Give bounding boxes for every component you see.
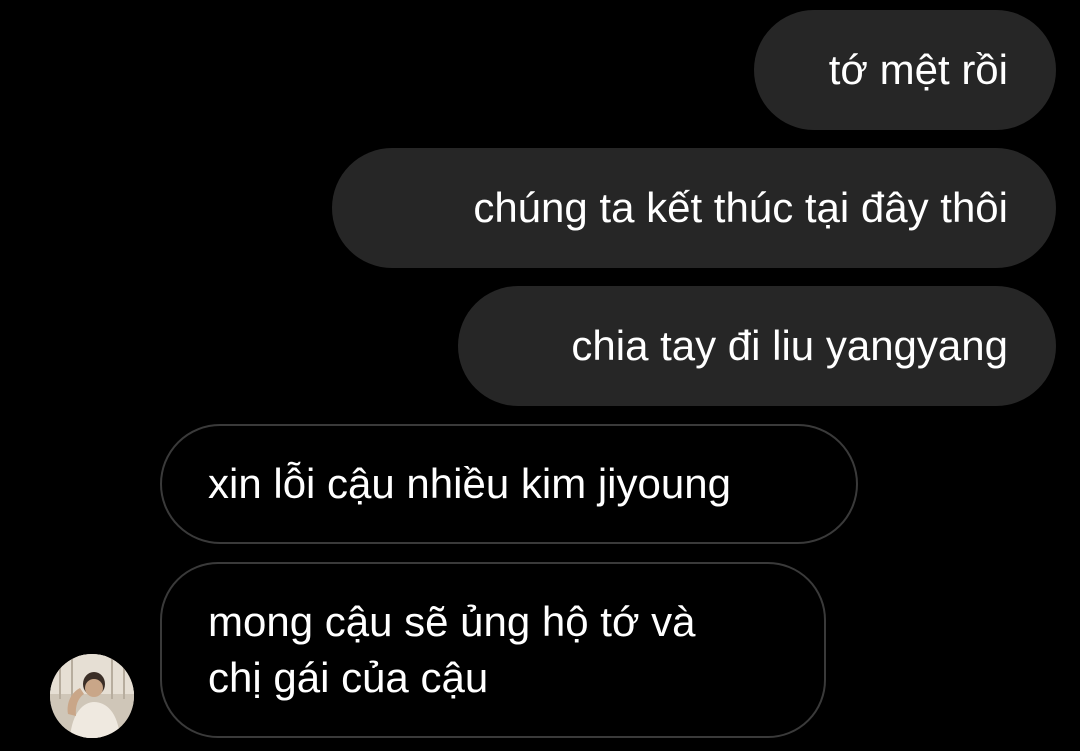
message-text-line: chị gái của cậu xyxy=(208,654,489,701)
message-bubble-received[interactable]: mong cậu sẽ ủng hộ tớ và chị gái của cậu xyxy=(160,562,826,738)
message-text: tớ mệt rồi xyxy=(828,46,1008,93)
chat-thread: tớ mệt rồi chúng ta kết thúc tại đây thô… xyxy=(0,0,1080,751)
contact-avatar[interactable] xyxy=(50,654,134,738)
message-text-line: mong cậu sẽ ủng hộ tớ và xyxy=(208,598,696,645)
message-text: chia tay đi liu yangyang xyxy=(571,322,1008,369)
message-bubble-received[interactable]: xin lỗi cậu nhiều kim jiyoung xyxy=(160,424,858,544)
message-bubble-sent[interactable]: chia tay đi liu yangyang xyxy=(458,286,1056,406)
message-bubble-sent[interactable]: tớ mệt rồi xyxy=(754,10,1056,130)
message-text: xin lỗi cậu nhiều kim jiyoung xyxy=(208,460,731,507)
message-text: chúng ta kết thúc tại đây thôi xyxy=(473,184,1008,231)
message-bubble-sent[interactable]: chúng ta kết thúc tại đây thôi xyxy=(332,148,1056,268)
avatar-photo-icon xyxy=(50,654,134,738)
